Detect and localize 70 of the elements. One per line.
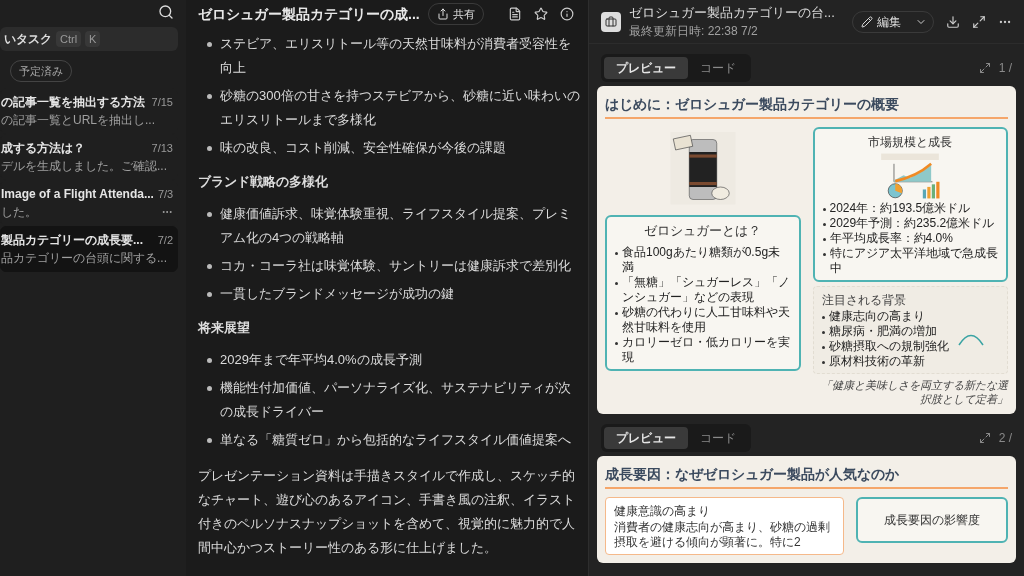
bullet-text: 糖尿病・肥満の増加 (828, 324, 937, 339)
bullet-text: 2029年まで年平均4.0%の成長予測 (220, 351, 422, 369)
card-title: 成長要因の影響度 (884, 512, 981, 529)
expand-icon[interactable] (978, 432, 991, 444)
task-preview: 品カテゴリーの台頭に関する... (1, 250, 167, 267)
info-icon[interactable] (560, 7, 574, 21)
card-text: 消費者の健康志向が高まり、砂糖の過剰摂取を避ける傾向が顕著に。特に2 (614, 520, 831, 550)
expand-icon[interactable] (972, 14, 986, 29)
task-preview: した。 (1, 204, 37, 221)
page-indicator: 2 / (998, 430, 1012, 447)
bullet-text: 一貫したブランドメッセージが成功の鍵 (220, 285, 454, 303)
tab[interactable]: コード (688, 427, 748, 449)
bullet-text: 健康志向の高まり (828, 309, 925, 324)
task-preview: の記事一覧とURLを抽出し... (1, 112, 155, 129)
tab[interactable]: プレビュー (604, 427, 688, 449)
star-icon[interactable] (534, 7, 548, 21)
card-title: ゼロシュガーとは？ (644, 222, 762, 240)
bullet-text: 2029年予測：約235.2億米ドル (829, 216, 995, 231)
document-title: ゼロシュガー製品カテゴリーの台... (629, 3, 835, 22)
task-item[interactable]: 製品カテゴリーの成長要... 7/2 品カテゴリーの台頭に関する... (0, 226, 178, 272)
share-icon (436, 8, 449, 20)
quote-text: 「健康と美味しさを両立する新たな選択肢として定着」 (820, 378, 1008, 406)
section-heading: ブランド戦略の多様化 (198, 173, 329, 191)
document-icon[interactable] (508, 7, 522, 21)
bullet-text: 食品100gあたり糖類が0.5g未満 (622, 244, 782, 275)
bullet-text: 砂糖摂取への規制強化 (828, 339, 949, 354)
bullet-text: 特にアジア太平洋地域で急成長中 (829, 246, 998, 276)
task-preview: デルを生成しました。ご確認... (1, 158, 167, 175)
bullet-text: 単なる「糖質ゼロ」から包括的なライフスタイル価値提案へ (220, 431, 571, 449)
bullet-text: 原材料技術の革新 (828, 354, 925, 369)
bullet-text: 健康価値訴求、味覚体験重視、ライフスタイル提案、プレミアム化の4つの戦略軸 (220, 205, 572, 247)
bullet-text: ステビア、エリスリトール等の天然甘味料が消費者受容性を向上 (220, 35, 572, 77)
task-title: 成する方法は？ (1, 140, 85, 157)
box-title: 注目される背景 (821, 292, 907, 309)
tab[interactable]: プレビュー (604, 57, 688, 79)
task-date: 7/2 (156, 232, 173, 248)
bullet-text: 味の改良、コスト削減、安全性確保が今後の課題 (220, 139, 506, 157)
bullet-text: 「無糖」「シュガーレス」「ノンシュガー」などの表現 (622, 274, 791, 305)
page-indicator: 1 / (998, 60, 1012, 77)
task-title: Image of a Flight Attenda... (1, 186, 154, 203)
card-title: 健康意識の高まり (614, 503, 711, 520)
search-icon[interactable] (158, 4, 174, 20)
chat-title: ゼロシュガー製品カテゴリーの成... (198, 4, 420, 24)
bullet-text: 2024年：約193.5億米ドル (829, 201, 971, 216)
section-heading: 将来展望 (198, 319, 251, 337)
task-date: 7/13 (150, 140, 173, 156)
slide-title: 成長要因：なぜゼロシュガー製品が人気なのか (605, 464, 1008, 489)
task-title: の記事一覧を抽出する方法 (1, 94, 145, 111)
task-title: 製品カテゴリーの成長要... (1, 232, 143, 249)
arc-icon (956, 332, 985, 346)
slide-title: はじめに：ゼロシュガー製品カテゴリーの概要 (605, 94, 1008, 119)
search-field[interactable]: いタスク Ctrl K (0, 27, 178, 51)
updated-time: 最終更新日時: 22:38 7/2 (629, 23, 759, 41)
bullet-text: コカ・コーラ社は味覚体験、サントリーは健康訴求で差別化 (220, 257, 571, 275)
document-badge-icon (601, 11, 621, 32)
bullet-text: 年平均成長率：約4.0% (829, 231, 953, 246)
summary-paragraph: プレゼンテーション資料は手描きスタイルで作成し、スケッチ的なチャート、遊び心のあるアイコン、手書き風の注釈、イラスト付きのペルソナスナップショットを含めて、視覚的に魅力的で人間中心かつストーリー性のある形に仕上げました。 (198, 467, 576, 557)
task-date: 7/3 (156, 186, 174, 202)
shortcut-key: Ctrl (56, 30, 82, 48)
tab[interactable]: コード (688, 57, 748, 79)
bullet-text: カロリーゼロ・低カロリーを実現 (622, 334, 791, 365)
pencil-icon (861, 15, 873, 28)
bullet-text: 機能性付加価値、パーソナライズ化、サステナビリティが次の成長ドライバー (220, 379, 572, 421)
task-date: 7/15 (150, 94, 173, 110)
download-icon[interactable] (946, 14, 960, 29)
expand-icon[interactable] (978, 62, 991, 74)
shortcut-key: K (85, 30, 101, 48)
card-title: 市場規模と成長 (868, 134, 953, 151)
bullet-text: 砂糖の代わりに人工甘味料や天然甘味料を使用 (622, 304, 791, 335)
bullet-text: 砂糖の300倍の甘さを持つステビアから、砂糖に近い味わいのエリスリトールまで多様化 (220, 87, 580, 129)
